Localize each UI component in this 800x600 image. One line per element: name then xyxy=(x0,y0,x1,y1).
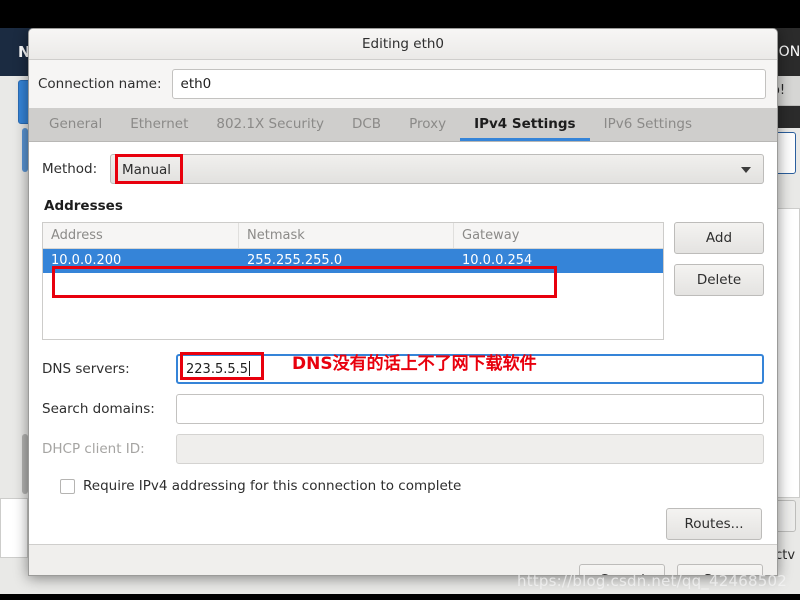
require-ipv4-label: Require IPv4 addressing for this connect… xyxy=(83,478,462,494)
cell-gateway: 10.0.0.254 xyxy=(462,253,533,268)
require-ipv4-row[interactable]: Require IPv4 addressing for this connect… xyxy=(42,478,764,494)
editing-connection-dialog: Editing eth0 Connection name: eth0 Gener… xyxy=(28,28,778,576)
annotation-text: DNS没有的话上不了网下载软件 xyxy=(292,354,537,374)
dialog-titlebar: Editing eth0 xyxy=(29,29,777,60)
method-row: Method: Manual xyxy=(42,154,764,184)
column-header-address: Address xyxy=(43,223,239,248)
table-row[interactable]: 10.0.0.200 255.255.255.0 10.0.0.254 xyxy=(43,249,663,273)
require-ipv4-checkbox[interactable] xyxy=(60,478,75,494)
tab-ethernet[interactable]: Ethernet xyxy=(116,108,202,141)
watermark: https://blog.csdn.net/qq_42468502 xyxy=(517,572,787,590)
chevron-down-icon xyxy=(741,167,751,173)
dhcp-client-id-label: DHCP client ID: xyxy=(42,441,145,457)
search-domains-input[interactable] xyxy=(176,394,764,424)
addresses-table-header: Address Netmask Gateway xyxy=(43,223,663,249)
tab-8021x-security[interactable]: 802.1X Security xyxy=(202,108,338,141)
connection-name-input[interactable]: eth0 xyxy=(171,69,766,99)
addresses-area: Address Netmask Gateway 10.0.0.200 255.2… xyxy=(42,222,764,340)
tab-ipv6-settings[interactable]: IPv6 Settings xyxy=(590,108,706,141)
cell-netmask: 255.255.255.0 xyxy=(247,253,343,268)
method-label: Method: xyxy=(42,161,98,177)
routes-row: Routes... xyxy=(42,508,764,540)
ipv4-settings-panel: Method: Manual Addresses Address Netmask… xyxy=(29,142,777,544)
background-bottom-bar xyxy=(0,594,800,600)
connection-name-row: Connection name: eth0 xyxy=(29,60,777,108)
dhcp-client-id-row: DHCP client ID: xyxy=(42,434,764,464)
column-header-netmask: Netmask xyxy=(239,223,454,248)
tab-dcb[interactable]: DCB xyxy=(338,108,395,141)
screen: N TION lp! cctv Editing eth0 Connection … xyxy=(0,0,800,600)
connection-name-label: Connection name: xyxy=(38,76,162,92)
tab-ipv4-settings[interactable]: IPv4 Settings xyxy=(460,108,590,141)
method-dropdown[interactable]: Manual xyxy=(110,154,764,184)
tab-proxy[interactable]: Proxy xyxy=(395,108,460,141)
cell-address: 10.0.0.200 xyxy=(51,253,122,268)
method-selected-value: Manual xyxy=(122,162,172,178)
settings-tabs: General Ethernet 802.1X Security DCB Pro… xyxy=(29,108,777,142)
column-header-gateway: Gateway xyxy=(462,228,520,243)
text-caret xyxy=(249,361,251,376)
add-address-button[interactable]: Add xyxy=(674,222,764,254)
tab-general[interactable]: General xyxy=(35,108,116,141)
addresses-heading: Addresses xyxy=(44,198,123,214)
routes-button[interactable]: Routes... xyxy=(666,508,762,540)
search-domains-label: Search domains: xyxy=(42,401,155,417)
delete-address-button[interactable]: Delete xyxy=(674,264,764,296)
dhcp-client-id-input xyxy=(176,434,764,464)
dns-servers-value: 223.5.5.5 xyxy=(186,361,251,377)
search-domains-row: Search domains: xyxy=(42,394,764,424)
dns-servers-label: DNS servers: xyxy=(42,361,130,377)
background-white-panel-left xyxy=(0,498,28,558)
addresses-table[interactable]: Address Netmask Gateway 10.0.0.200 255.2… xyxy=(42,222,664,340)
